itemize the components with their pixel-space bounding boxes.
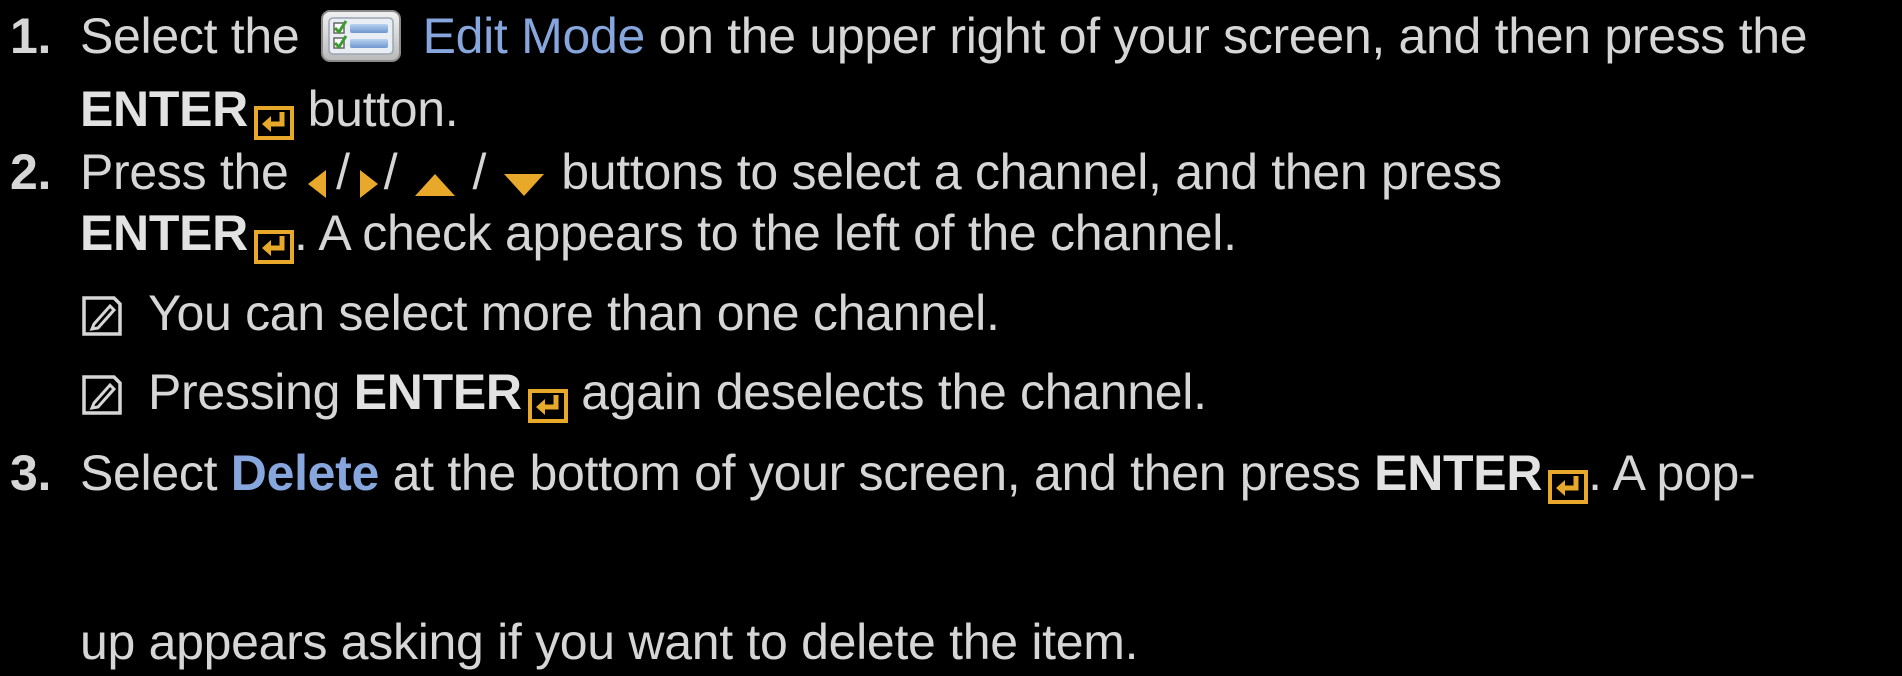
step-text: buttons to select a channel, and then pr… xyxy=(561,144,1502,200)
step-3-line-1: 3. Select Delete at the bottom of your sc… xyxy=(0,443,1756,504)
step-text: up appears asking if you want to delete … xyxy=(80,614,1139,670)
right-arrow-icon xyxy=(350,155,384,198)
note-text: You can select more than one channel. xyxy=(148,285,1000,341)
instruction-document: 1. Select the Edit Mode on the upper rig… xyxy=(0,0,1902,676)
enter-key-label: ENTER xyxy=(80,81,248,137)
step-1-line-2: ENTER button. xyxy=(0,79,459,140)
step-text: Select xyxy=(80,445,218,501)
edit-mode-label: Edit Mode xyxy=(422,8,646,64)
step-text: button. xyxy=(307,81,459,137)
note-text: again deselects the channel. xyxy=(581,364,1207,420)
note-icon xyxy=(80,291,124,336)
enter-key-label: ENTER xyxy=(80,205,248,261)
step-text: on the upper right of your screen, and t… xyxy=(658,8,1808,64)
note-text: Pressing xyxy=(148,364,341,420)
delete-label: Delete xyxy=(230,445,380,501)
step-2-line-1: 2. Press the / / / buttons to select a ch… xyxy=(0,142,1502,202)
left-arrow-icon xyxy=(302,155,336,198)
enter-icon xyxy=(253,93,294,140)
step-number: 2. xyxy=(10,144,52,200)
up-arrow-icon xyxy=(411,155,459,196)
separator: / xyxy=(472,144,487,200)
step-text: . A check appears to the left of the cha… xyxy=(293,205,1237,261)
note-1: You can select more than one channel. xyxy=(0,283,1000,343)
note-2: Pressing ENTER again deselects the chann… xyxy=(0,362,1207,423)
step-text: at the bottom of your screen, and then p… xyxy=(392,445,1361,501)
edit-mode-icon xyxy=(320,9,401,62)
step-number: 1. xyxy=(10,8,52,64)
separator: / xyxy=(336,144,350,200)
enter-icon xyxy=(253,217,294,264)
step-text: Select the xyxy=(80,8,300,64)
step-text: Press the xyxy=(80,144,289,200)
note-icon xyxy=(80,370,124,415)
separator: / xyxy=(383,144,398,200)
step-1-line-1: 1. Select the Edit Mode on the upper rig… xyxy=(0,6,1808,66)
enter-icon xyxy=(527,376,568,423)
step-3-line-2: up appears asking if you want to delete … xyxy=(0,612,1138,672)
step-2-line-2: ENTER . A check appears to the left of t… xyxy=(0,203,1237,264)
step-number: 3. xyxy=(10,445,52,501)
enter-key-label: ENTER xyxy=(353,364,522,420)
step-text: . A pop- xyxy=(1588,445,1756,501)
enter-key-label: ENTER xyxy=(1374,445,1543,501)
enter-icon xyxy=(1548,457,1589,504)
down-arrow-icon xyxy=(500,155,548,196)
